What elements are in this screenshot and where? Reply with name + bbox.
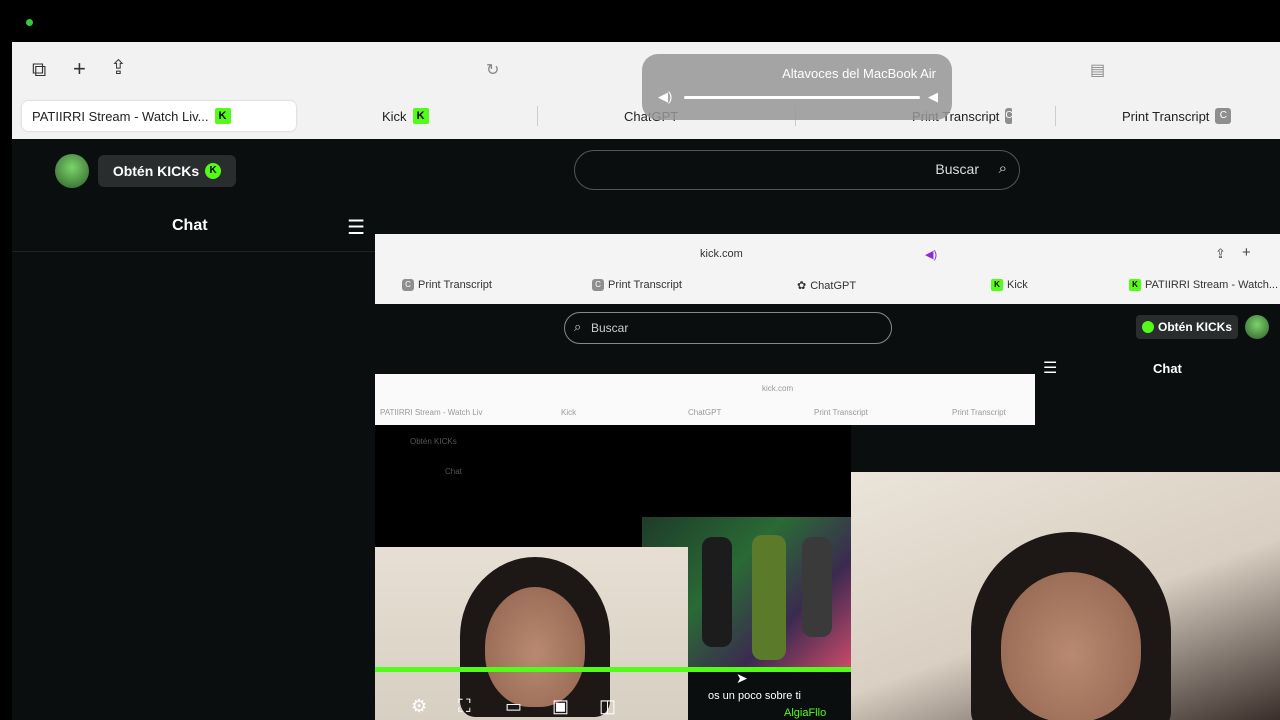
face (485, 587, 585, 707)
deep-nested-tab: PATIIRRI Stream - Watch Liv (380, 408, 483, 417)
c-badge-icon: C (1005, 108, 1012, 124)
nested-tab-label: Kick (1007, 279, 1028, 291)
nested-url: kick.com (700, 248, 743, 260)
reload-icon[interactable]: ↻ (486, 61, 499, 81)
deep-nested-tab: Print Transcript (952, 408, 1006, 417)
tab-label: Print Transcript (1122, 108, 1210, 124)
fullscreen-icon[interactable]: ⛶ (458, 696, 471, 717)
settings-icon[interactable]: ⚙ (411, 696, 427, 717)
search-icon: ⌕ (574, 319, 582, 334)
volume-slider[interactable] (684, 96, 920, 99)
nested-tab: K Kick (987, 279, 1028, 291)
webcam-right (851, 472, 1280, 720)
character (702, 537, 732, 647)
nested-audio-icon: ◀) (925, 249, 938, 261)
nested-search-placeholder: Buscar (591, 321, 629, 335)
tab-divider (1055, 106, 1056, 126)
kick-logo-icon: K (991, 279, 1003, 291)
get-kicks-button[interactable]: Obtén KICKs K (98, 155, 236, 187)
c-badge-icon: C (1215, 108, 1232, 124)
character (802, 537, 832, 637)
theater-mode-icon[interactable]: ▭ (505, 696, 522, 717)
speaker-icon: ◀) (658, 89, 673, 104)
audio-output-popup: Altavoces del MacBook Air ◀) ◀ (642, 54, 952, 120)
kicks-button-label: Obtén KICKs (112, 163, 200, 179)
chat-header: Chat ☰ (12, 203, 375, 252)
nested-tab-label: ChatGPT (810, 279, 857, 292)
chat-username: AlgiaFllo (784, 707, 827, 719)
share-icon[interactable]: ⇪ (110, 58, 127, 78)
clip-icon[interactable]: ▣ (552, 696, 569, 717)
deep-nested-tab: Print Transcript (814, 408, 868, 417)
deep-nested-chat: Chat (445, 467, 462, 476)
search-input[interactable]: Buscar ⌕ (574, 150, 1020, 190)
reader-icon[interactable]: ▤ (1090, 61, 1105, 81)
avatar[interactable] (55, 154, 89, 188)
nested-tab-label: Print Transcript (418, 279, 492, 291)
nested-tab-label: PATIIRRI Stream - Watch... (1145, 279, 1279, 291)
kicks-coin-icon: K (205, 163, 222, 179)
face (1001, 572, 1141, 720)
tab-divider (537, 106, 538, 126)
deep-nested-tab: Kick (561, 408, 577, 417)
nested-new-tab-icon: + (1242, 244, 1251, 261)
c-badge-icon: C (402, 279, 414, 291)
deep-nested-url: kick.com (762, 384, 794, 393)
audio-device-label: Altavoces del MacBook Air (782, 66, 936, 81)
nested-search-input: ⌕ Buscar (564, 312, 892, 344)
chat-message: os un poco sobre ti (708, 690, 801, 702)
nested-chat-title: Chat (1153, 361, 1182, 376)
kick-logo-icon: K (1129, 279, 1141, 291)
nested-tab: K PATIIRRI Stream - Watch... (1125, 279, 1278, 291)
tab-label: Kick (382, 108, 407, 124)
nested-chat-menu-icon: ☰ (1043, 360, 1058, 377)
search-placeholder: Buscar (935, 161, 979, 177)
search-icon: ⌕ (998, 160, 1007, 177)
tab-kick[interactable]: Kick K (382, 101, 482, 131)
nested-tab: C Print Transcript (398, 279, 492, 291)
nested-tab: ✿ ChatGPT (793, 279, 857, 293)
camera-indicator-icon (26, 19, 33, 26)
webcam-left (375, 547, 688, 720)
menu-bar (0, 0, 1280, 42)
nested-share-icon: ⇪ (1215, 246, 1226, 261)
deep-nested-tab: ChatGPT (688, 408, 722, 417)
cursor-icon: ➤ (736, 670, 748, 686)
chatgpt-icon: ✿ (797, 280, 807, 292)
tab-print-transcript-2[interactable]: Print Transcript C (1122, 101, 1272, 131)
character (752, 535, 786, 660)
deep-nested-kicks: Obtén KICKs (410, 437, 457, 446)
nested-tab: C Print Transcript (588, 279, 682, 291)
nested-browser-toolbar (375, 234, 1280, 304)
tab-label: PATIIRRI Stream - Watch Liv... (32, 108, 209, 124)
tab-patiirri[interactable]: PATIIRRI Stream - Watch Liv... K (22, 101, 296, 131)
nested-avatar (1245, 315, 1269, 339)
new-tab-icon[interactable]: + (73, 58, 86, 80)
kick-logo-icon: K (412, 108, 429, 124)
collapse-chat-icon[interactable]: ☰ (347, 215, 365, 240)
chat-title: Chat (172, 217, 208, 234)
c-badge-icon: C (592, 279, 604, 291)
kick-logo-icon: K (214, 108, 231, 124)
tab-overview-icon[interactable]: ⧉ (32, 60, 46, 80)
speaker-max-icon: ◀ (928, 89, 938, 104)
nested-kicks-label: Obtén KICKs (1157, 320, 1232, 334)
nested-kicks-button: Obtén KICKs (1136, 315, 1238, 339)
kicks-coin-icon (1141, 321, 1154, 333)
pip-icon[interactable]: ◫ (599, 696, 616, 717)
deep-nested-toolbar (375, 374, 1035, 425)
nested-tab-label: Print Transcript (608, 279, 682, 291)
video-progress-bar[interactable] (375, 667, 851, 672)
